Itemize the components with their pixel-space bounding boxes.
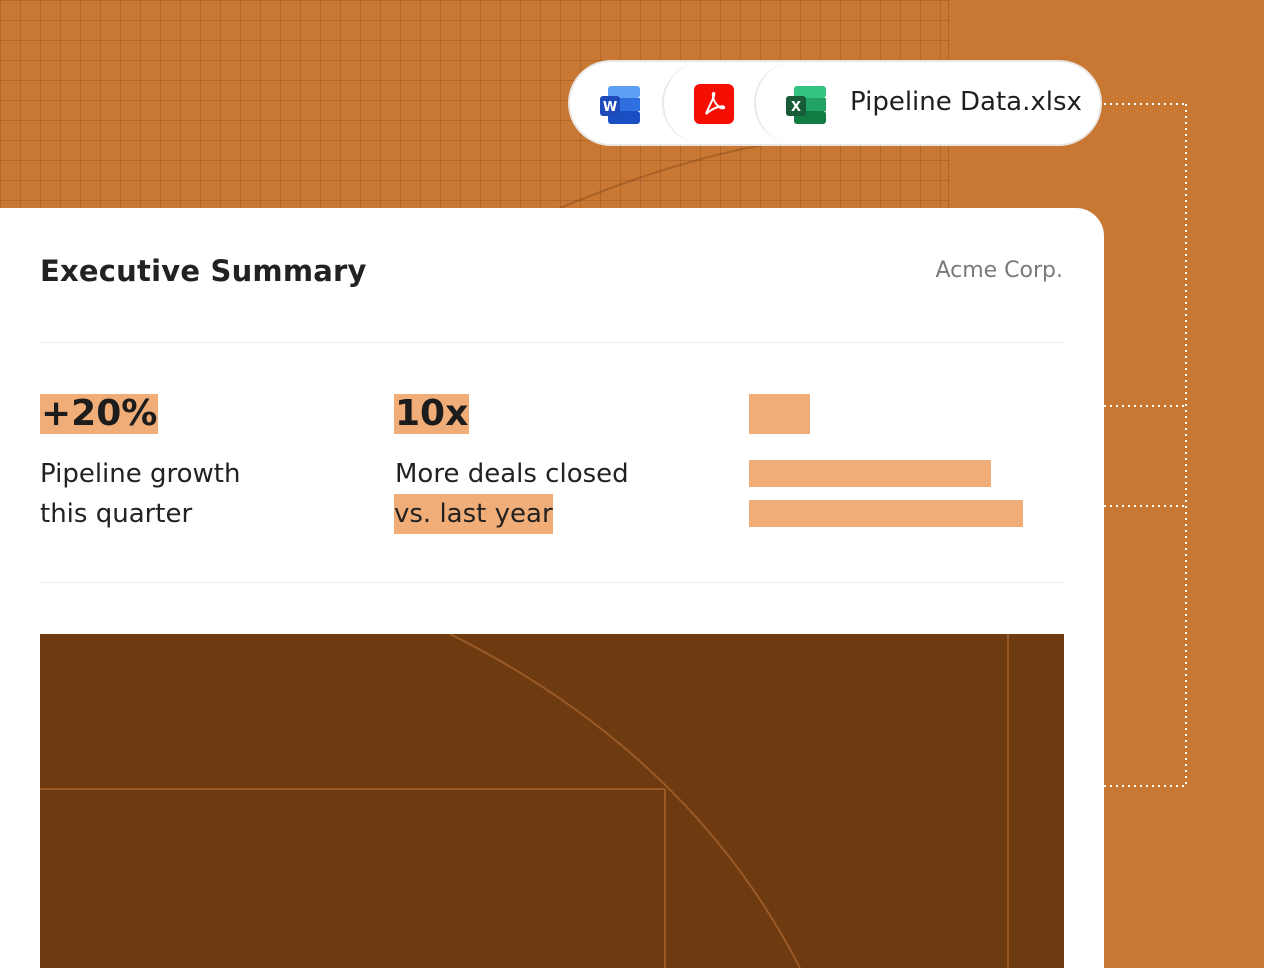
stat-pipeline-growth-label-line1: Pipeline growth: [40, 459, 241, 489]
divider: [40, 342, 1064, 343]
placeholder-bar-2: [749, 460, 991, 487]
stat-pipeline-growth-value: +20%: [40, 393, 159, 434]
decorative-panel: [40, 634, 1064, 968]
stat-pipeline-growth-label-line2: this quarter: [40, 499, 193, 529]
stat-deals-closed-value: 10x: [394, 393, 470, 434]
word-icon: W: [600, 86, 640, 124]
dotted-connectors: [1104, 103, 1187, 787]
stat-deals-closed-label-line1: More deals closed: [395, 459, 629, 489]
excel-icon: X: [786, 86, 826, 124]
attached-files-bar: W X Pipeline Data.xlsx: [568, 60, 1102, 146]
placeholder-bar-3: [749, 500, 1023, 527]
svg-text:W: W: [603, 100, 617, 115]
svg-text:X: X: [791, 100, 801, 115]
excel-file-name: Pipeline Data.xlsx: [850, 87, 1082, 117]
panel-line-art: [40, 634, 1009, 968]
card-title: Executive Summary: [40, 254, 367, 288]
divider: [40, 582, 1064, 583]
stat-deals-closed-label-line2: vs. last year: [394, 494, 553, 534]
excel-file-chip[interactable]: X Pipeline Data.xlsx: [754, 62, 1100, 144]
pdf-icon: [694, 84, 734, 124]
placeholder-bar-1: [749, 394, 810, 434]
executive-summary-card: Executive Summary Acme Corp. +20% Pipeli…: [0, 208, 1104, 968]
company-name: Acme Corp.: [935, 258, 1063, 283]
